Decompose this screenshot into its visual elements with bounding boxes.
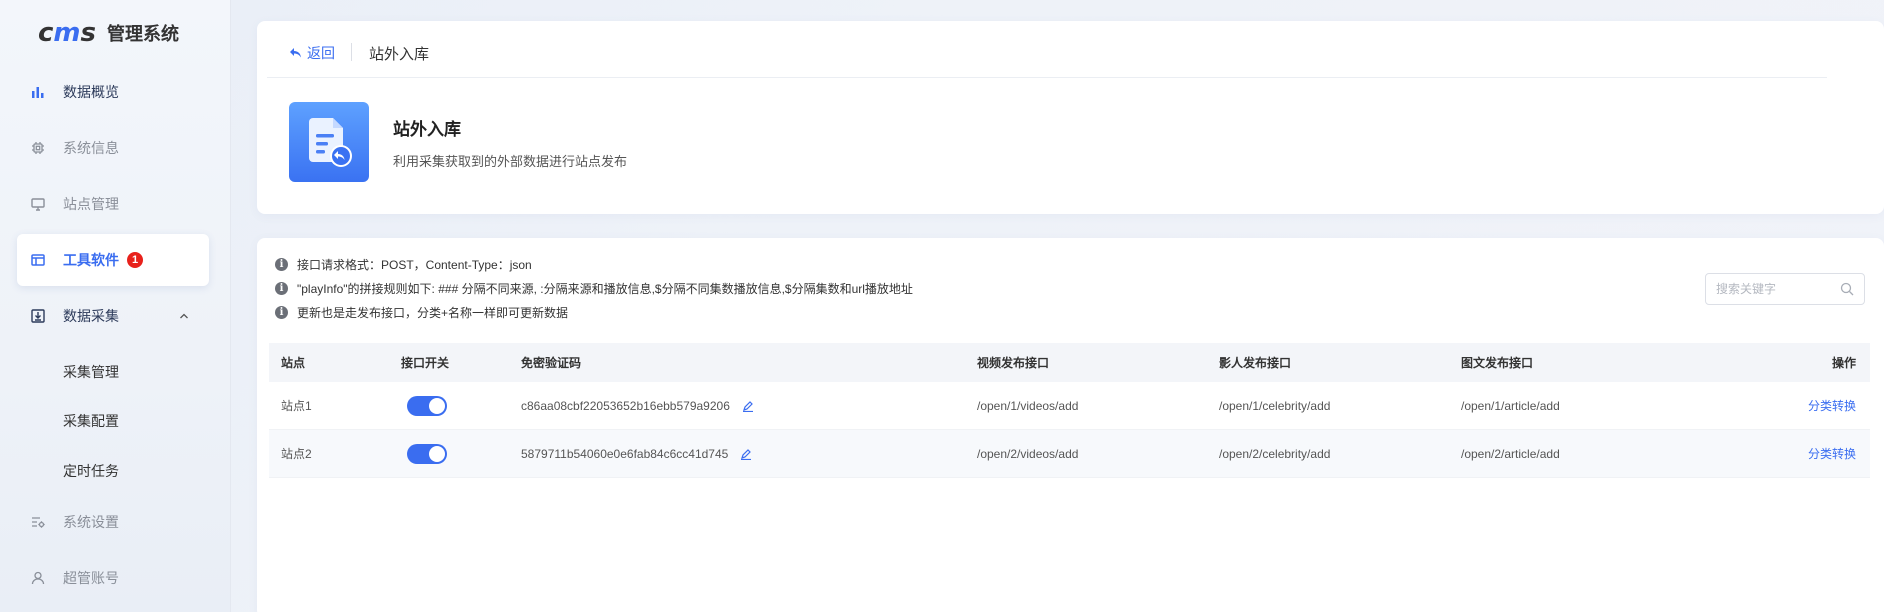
sidebar-item-label: 系统设置: [63, 514, 119, 530]
sidebar-item-label: 数据概览: [63, 84, 119, 100]
app-description: 利用采集获取到的外部数据进行站点发布: [393, 154, 628, 169]
sidebar-item-label: 数据采集: [63, 308, 119, 324]
chevron-up-icon[interactable]: [179, 311, 189, 321]
column-header: 免密验证码: [521, 356, 582, 370]
celebrity-api: /open/2/celebrity/add: [1219, 446, 1331, 461]
sidebar-item-label: 超管账号: [63, 570, 119, 586]
table-header: 站点 接口开关 免密验证码 视频发布接口 影人发布接口 图文发布接口 操作: [269, 343, 1870, 382]
tip-line: i "playInfo"的拼接规则如下: ### 分隔不同来源, :分隔来源和播…: [275, 280, 913, 297]
sidebar: cms 管理系统 数据概览 系统信息 站点管理 工具软件 1 数据采集 采集管理…: [0, 0, 231, 612]
back-button[interactable]: 返回: [289, 43, 335, 63]
video-api: /open/1/videos/add: [977, 398, 1079, 413]
sidebar-item-system-info[interactable]: 系统信息: [17, 122, 209, 174]
sidebar-item-admin-account[interactable]: 超管账号: [17, 552, 209, 604]
tip-line: i 接口请求格式：POST，Content-Type：json: [275, 256, 532, 273]
monitor-icon: [30, 196, 46, 212]
page-title: 站外入库: [369, 46, 430, 63]
main-card: i 接口请求格式：POST，Content-Type：json i "playI…: [257, 238, 1884, 612]
logo: cms 管理系统: [38, 18, 179, 48]
header-card: 返回 站外入库 站外入库 利用采集获取到的外部数据进行站点发布: [257, 21, 1884, 214]
sidebar-item-label: 系统信息: [63, 140, 119, 156]
api-switch-toggle[interactable]: [407, 395, 447, 416]
tip-line: i 更新也是走发布接口，分类+名称一样即可更新数据: [275, 304, 568, 321]
table-row: 站点1 c86aa08cbf22053652b16ebb579a9206 /op…: [269, 382, 1870, 430]
settings-list-icon: [30, 514, 46, 530]
column-header: 视频发布接口: [977, 356, 1050, 370]
sidebar-item-label: 工具软件: [63, 252, 119, 268]
column-header: 接口开关: [401, 356, 450, 370]
sidebar-item-system-settings[interactable]: 系统设置: [17, 496, 209, 548]
site-name: 站点2: [281, 447, 312, 461]
edit-icon[interactable]: [740, 448, 752, 460]
cms-logo-mark: cms: [38, 18, 96, 48]
divider: [351, 43, 352, 61]
api-switch-toggle[interactable]: [407, 443, 447, 464]
back-arrow-icon: [290, 48, 301, 58]
divider: [267, 77, 1827, 78]
table-row: 站点2 5879711b54060e0e6fab84c6cc41d745 /op…: [269, 430, 1870, 478]
column-header: 站点: [281, 356, 306, 370]
column-header: 图文发布接口: [1461, 356, 1534, 370]
column-header: 影人发布接口: [1219, 356, 1292, 370]
celebrity-api: /open/1/celebrity/add: [1219, 398, 1331, 413]
site-name: 站点1: [281, 399, 312, 413]
chip-icon: [30, 140, 46, 156]
auth-code: 5879711b54060e0e6fab84c6cc41d745: [521, 446, 729, 461]
sidebar-subitem-collect-manage[interactable]: 采集管理: [63, 362, 119, 382]
sidebar-item-site-manage[interactable]: 站点管理: [17, 178, 209, 230]
info-icon: i: [275, 282, 288, 295]
search-input[interactable]: [1716, 282, 1826, 296]
column-header: 操作: [1831, 356, 1856, 370]
document-import-icon: [289, 102, 369, 182]
search-box: [1705, 273, 1865, 305]
user-icon: [30, 570, 46, 586]
sidebar-item-data-collect[interactable]: 数据采集: [17, 290, 209, 342]
info-icon: i: [275, 258, 288, 271]
info-icon: i: [275, 306, 288, 319]
sidebar-item-label: 站点管理: [63, 196, 119, 212]
sidebar-item-tools[interactable]: 工具软件 1: [17, 234, 209, 286]
sidebar-subitem-scheduled-task[interactable]: 定时任务: [63, 461, 119, 481]
sidebar-item-overview[interactable]: 数据概览: [17, 66, 209, 118]
api-table: 站点 接口开关 免密验证码 视频发布接口 影人发布接口 图文发布接口 操作 站点…: [269, 343, 1870, 478]
bar-chart-icon: [30, 84, 46, 100]
search-icon[interactable]: [1840, 282, 1854, 296]
import-icon: [30, 308, 46, 324]
edit-icon[interactable]: [742, 400, 754, 412]
article-api: /open/2/article/add: [1461, 446, 1560, 461]
category-convert-link[interactable]: 分类转换: [1808, 399, 1856, 413]
app-name: 管理系统: [107, 24, 179, 44]
article-api: /open/1/article/add: [1461, 398, 1560, 413]
category-convert-link[interactable]: 分类转换: [1808, 447, 1856, 461]
notification-badge: 1: [127, 252, 143, 268]
video-api: /open/2/videos/add: [977, 446, 1079, 461]
window-icon: [30, 252, 46, 268]
app-title: 站外入库: [393, 120, 461, 139]
auth-code: c86aa08cbf22053652b16ebb579a9206: [521, 398, 730, 413]
sidebar-subitem-collect-config[interactable]: 采集配置: [63, 411, 119, 431]
